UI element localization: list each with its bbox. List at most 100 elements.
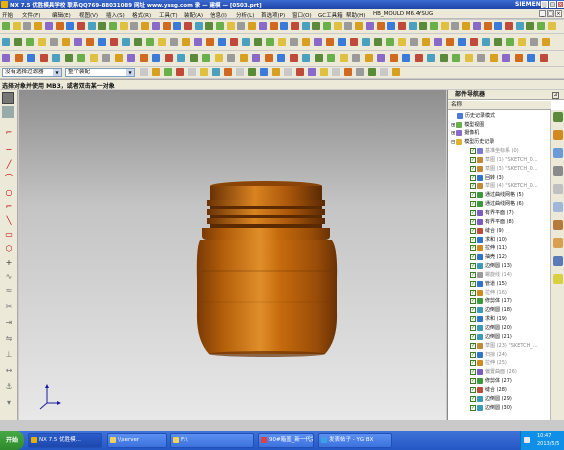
toolbar-tool-icon[interactable]: [362, 38, 370, 46]
name-column-header[interactable]: 名称: [448, 101, 551, 110]
toolbar-tool-icon[interactable]: [527, 54, 535, 62]
toolbar-tool-icon[interactable]: [518, 38, 526, 46]
maximize-button[interactable]: □: [549, 1, 556, 8]
feature-row[interactable]: ✓ 求和 (10): [470, 236, 507, 244]
snap-point-icon[interactable]: [320, 68, 328, 76]
toolbar-tool-icon[interactable]: [139, 54, 148, 62]
toolbar-tool-icon[interactable]: [374, 38, 382, 46]
toolbar-tool-icon[interactable]: [280, 22, 289, 30]
feature-checkbox[interactable]: ✓: [470, 289, 476, 296]
toolbar-tool-icon[interactable]: [2, 22, 10, 30]
toolbar-tool-icon[interactable]: [216, 22, 224, 30]
feature-row[interactable]: ✓ 拉伸 (16): [470, 289, 507, 297]
toolbar-tool-icon[interactable]: [130, 22, 139, 30]
rectangle-icon[interactable]: ▭: [4, 230, 14, 239]
toolbar-tool-icon[interactable]: [539, 54, 548, 62]
toolbar-tool-icon[interactable]: [39, 54, 48, 62]
feature-checkbox[interactable]: ✓: [470, 271, 476, 278]
graphics-window[interactable]: [19, 90, 446, 420]
snap-point-icon[interactable]: [380, 68, 388, 76]
toolbar-tool-icon[interactable]: [451, 22, 460, 30]
toolbar-tool-icon[interactable]: [146, 38, 154, 46]
toolbar-tool-icon[interactable]: [376, 22, 385, 30]
feature-checkbox[interactable]: ✓: [470, 280, 476, 287]
feature-checkbox[interactable]: ✓: [470, 183, 476, 190]
toolbar-tool-icon[interactable]: [530, 38, 538, 46]
dimension-icon[interactable]: ↔: [4, 366, 14, 375]
toolbar-tool-icon[interactable]: [472, 22, 481, 30]
menu-preferences[interactable]: 首选项(P): [261, 11, 285, 19]
toolbar-tool-icon[interactable]: [462, 22, 471, 30]
toolbar-tool-icon[interactable]: [419, 22, 428, 30]
hd3d-tools-icon[interactable]: [553, 166, 563, 176]
snap-point-icon[interactable]: [248, 68, 256, 76]
feature-row[interactable]: ✓ 边倒圆 (18): [470, 306, 512, 314]
feature-checkbox[interactable]: ✓: [470, 298, 476, 305]
toolbar-tool-icon[interactable]: [2, 38, 10, 46]
toolbar-tool-icon[interactable]: [158, 38, 166, 46]
feature-checkbox[interactable]: ✓: [470, 148, 476, 154]
taskbar-button[interactable]: 90#箱盖_新一代完: [258, 433, 314, 448]
toolbar-tool-icon[interactable]: [252, 54, 260, 62]
toolbar-tool-icon[interactable]: [230, 38, 238, 46]
start-button[interactable]: 开始: [0, 431, 24, 450]
toolbar-tool-icon[interactable]: [333, 22, 342, 30]
expand-toggle-icon[interactable]: ⊞: [451, 122, 455, 128]
toolbar-tool-icon[interactable]: [202, 54, 210, 62]
toolbar-tool-icon[interactable]: [414, 54, 423, 62]
toolbar-tool-icon[interactable]: [151, 22, 160, 30]
feature-row[interactable]: ✓ 求和 (19): [470, 315, 507, 323]
snap-point-icon[interactable]: [200, 68, 208, 76]
circle-icon[interactable]: ○: [4, 188, 14, 197]
toolbar-tool-icon[interactable]: [44, 22, 53, 30]
doc-minimize-button[interactable]: _: [539, 10, 546, 17]
toolbar-tool-icon[interactable]: [86, 38, 94, 46]
toolbar-tool-icon[interactable]: [397, 22, 406, 30]
snap-point-icon[interactable]: [260, 68, 268, 76]
feature-row[interactable]: ✓ 草图 (23) "SKETCH_...: [470, 342, 538, 350]
snap-point-icon[interactable]: [236, 68, 244, 76]
web-browser-icon[interactable]: [553, 184, 563, 194]
toolbar-tool-icon[interactable]: [62, 38, 70, 46]
toolbar-tool-icon[interactable]: [170, 38, 178, 46]
constraint-icon[interactable]: ⊥: [4, 350, 14, 359]
snap-point-icon[interactable]: [356, 68, 364, 76]
toolbar-tool-icon[interactable]: [326, 38, 334, 46]
toolbar-tool-icon[interactable]: [339, 54, 348, 62]
toolbar-tool-icon[interactable]: [242, 38, 250, 46]
feature-row[interactable]: ✓ 扫掠 (24): [470, 351, 507, 359]
assembly-navigator-icon[interactable]: [553, 112, 563, 122]
toolbar-tool-icon[interactable]: [338, 38, 346, 46]
toolbar-tool-icon[interactable]: [127, 54, 135, 62]
toolbar-tool-icon[interactable]: [189, 54, 198, 62]
toolbar-tool-icon[interactable]: [194, 22, 203, 30]
system-materials-icon[interactable]: [553, 220, 563, 230]
toolbar-tool-icon[interactable]: [547, 22, 556, 30]
chamfer-icon[interactable]: ╲: [4, 216, 14, 225]
feature-checkbox[interactable]: ✓: [470, 254, 476, 261]
toolbar-tool-icon[interactable]: [398, 38, 406, 46]
toolbar-tool-icon[interactable]: [483, 22, 492, 30]
menu-start[interactable]: 开始: [2, 11, 13, 19]
snap-point-icon[interactable]: [164, 68, 172, 76]
toolbar-tool-icon[interactable]: [114, 54, 123, 62]
toolbar-tool-icon[interactable]: [470, 38, 478, 46]
toolbar-tool-icon[interactable]: [355, 22, 364, 30]
menu-analysis[interactable]: 分析(L): [236, 11, 254, 19]
feature-row[interactable]: ✓ 基准坐标系 (0): [470, 147, 519, 155]
mirror-icon[interactable]: ⇋: [4, 334, 14, 343]
doc-restore-button[interactable]: □: [547, 10, 554, 17]
offset-curve-icon[interactable]: ≈: [4, 286, 14, 295]
toolbar-tool-icon[interactable]: [27, 54, 35, 62]
taskbar-button[interactable]: 发表帖子 - YG BX: [318, 433, 392, 448]
toolbar-tool-icon[interactable]: [248, 22, 257, 30]
feature-checkbox[interactable]: ✓: [470, 174, 476, 181]
feature-checkbox[interactable]: ✓: [470, 156, 476, 163]
toolbar-tool-icon[interactable]: [77, 54, 85, 62]
toolbar-tool-icon[interactable]: [98, 38, 106, 46]
feature-checkbox[interactable]: ✓: [470, 316, 476, 323]
toolbar-tool-icon[interactable]: [408, 22, 417, 30]
snap-point-icon[interactable]: [188, 68, 196, 76]
feature-row[interactable]: ✓ 草图 (3) "SKETCH_0...: [470, 165, 538, 173]
toolbar-tool-icon[interactable]: [164, 54, 173, 62]
